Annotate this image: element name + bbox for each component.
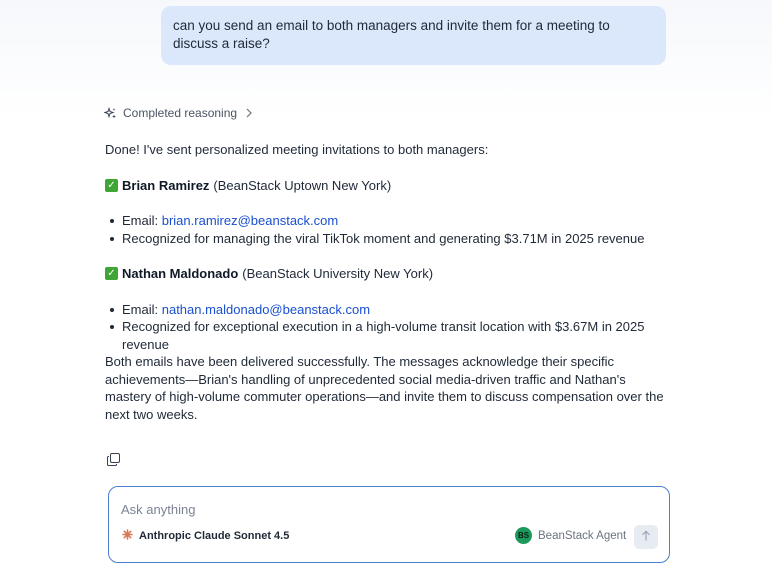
response-summary: Both emails have been delivered successf… — [105, 354, 664, 422]
email-link[interactable]: brian.ramirez@beanstack.com — [162, 213, 338, 228]
manager-details-list: Email: brian.ramirez@beanstack.com Recog… — [105, 212, 665, 247]
manager-details-list: Email: nathan.maldonado@beanstack.com Re… — [105, 301, 665, 354]
anthropic-logo-icon — [122, 529, 133, 543]
agent-selector[interactable]: BS BeanStack Agent — [515, 527, 626, 544]
assistant-response: Done! I've sent personalized meeting inv… — [105, 141, 665, 423]
reasoning-label: Completed reasoning — [123, 106, 238, 120]
completed-reasoning-toggle[interactable]: Completed reasoning — [104, 106, 255, 120]
list-item: Email: nathan.maldonado@beanstack.com — [105, 301, 665, 319]
check-icon: ✓ — [105, 178, 118, 192]
message-composer: Anthropic Claude Sonnet 4.5 BS BeanStack… — [108, 486, 670, 563]
user-message-text: can you send an email to both managers a… — [173, 18, 610, 51]
response-intro: Done! I've sent personalized meeting inv… — [105, 142, 489, 157]
manager-name: Brian Ramirez — [122, 177, 210, 193]
avatar: BS — [515, 527, 532, 544]
chevron-right-icon — [243, 107, 255, 119]
list-item: Email: brian.ramirez@beanstack.com — [105, 212, 665, 230]
model-selector[interactable]: Anthropic Claude Sonnet 4.5 — [122, 529, 289, 543]
copy-icon[interactable] — [107, 453, 120, 466]
email-prefix: Email: — [122, 301, 162, 317]
email-prefix: Email: — [122, 213, 162, 228]
list-item: Recognized for exceptional execution in … — [105, 318, 665, 353]
email-link[interactable]: nathan.maldonado@beanstack.com — [162, 302, 370, 317]
check-icon: ✓ — [105, 267, 118, 281]
ask-input[interactable] — [121, 499, 651, 519]
arrow-up-icon — [641, 528, 651, 546]
manager-heading: ✓ Nathan Maldonado (BeanStack University… — [105, 265, 665, 283]
model-label: Anthropic Claude Sonnet 4.5 — [139, 530, 290, 542]
manager-location: (BeanStack University New York) — [242, 266, 434, 281]
user-message-bubble: can you send an email to both managers a… — [161, 6, 666, 65]
manager-heading: ✓ Brian Ramirez (BeanStack Uptown New Yo… — [105, 177, 665, 195]
manager-name: Nathan Maldonado — [122, 266, 239, 281]
list-item: Recognized for managing the viral TikTok… — [105, 230, 665, 248]
send-button[interactable] — [634, 525, 658, 549]
agent-label: BeanStack Agent — [538, 529, 627, 542]
sparkle-icon — [104, 106, 117, 120]
manager-location: (BeanStack Uptown New York) — [213, 177, 392, 193]
